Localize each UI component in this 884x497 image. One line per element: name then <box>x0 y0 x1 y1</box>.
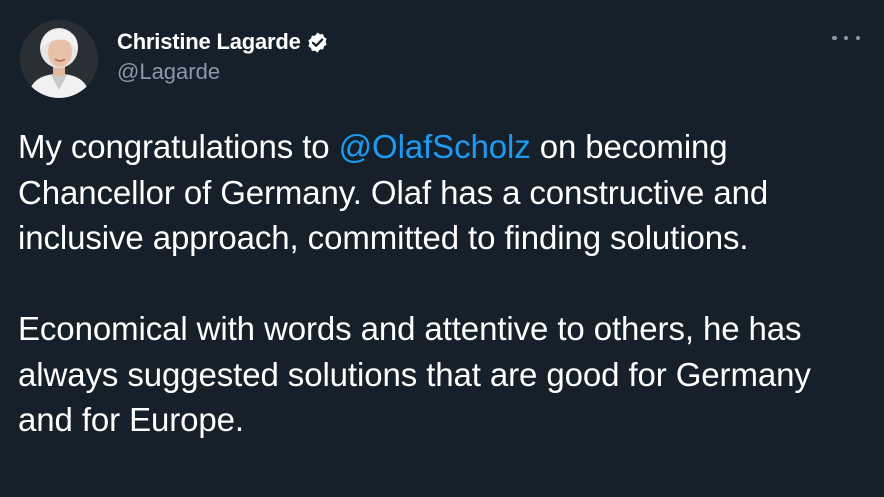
author-info: Christine Lagarde @Lagarde <box>117 26 329 85</box>
verified-badge-icon <box>306 31 329 54</box>
dot <box>855 35 860 41</box>
text-before-mention: My congratulations to <box>18 128 339 165</box>
tweet-paragraph-1: My congratulations to @OlafScholz on bec… <box>18 124 868 261</box>
author-handle[interactable]: @Lagarde <box>117 59 329 85</box>
more-options-icon[interactable] <box>832 28 860 48</box>
avatar[interactable] <box>20 20 98 98</box>
mention-link[interactable]: @OlafScholz <box>339 128 531 165</box>
tweet-text: My congratulations to @OlafScholz on bec… <box>18 124 868 443</box>
dot <box>843 35 849 41</box>
name-row: Christine Lagarde <box>117 26 329 58</box>
tweet-paragraph-2: Economical with words and attentive to o… <box>18 310 811 438</box>
author-display-name[interactable]: Christine Lagarde <box>117 29 301 55</box>
tweet-card: Christine Lagarde @Lagarde My congratula… <box>0 0 884 497</box>
profile-photo-icon <box>20 20 98 98</box>
dot <box>832 35 837 41</box>
